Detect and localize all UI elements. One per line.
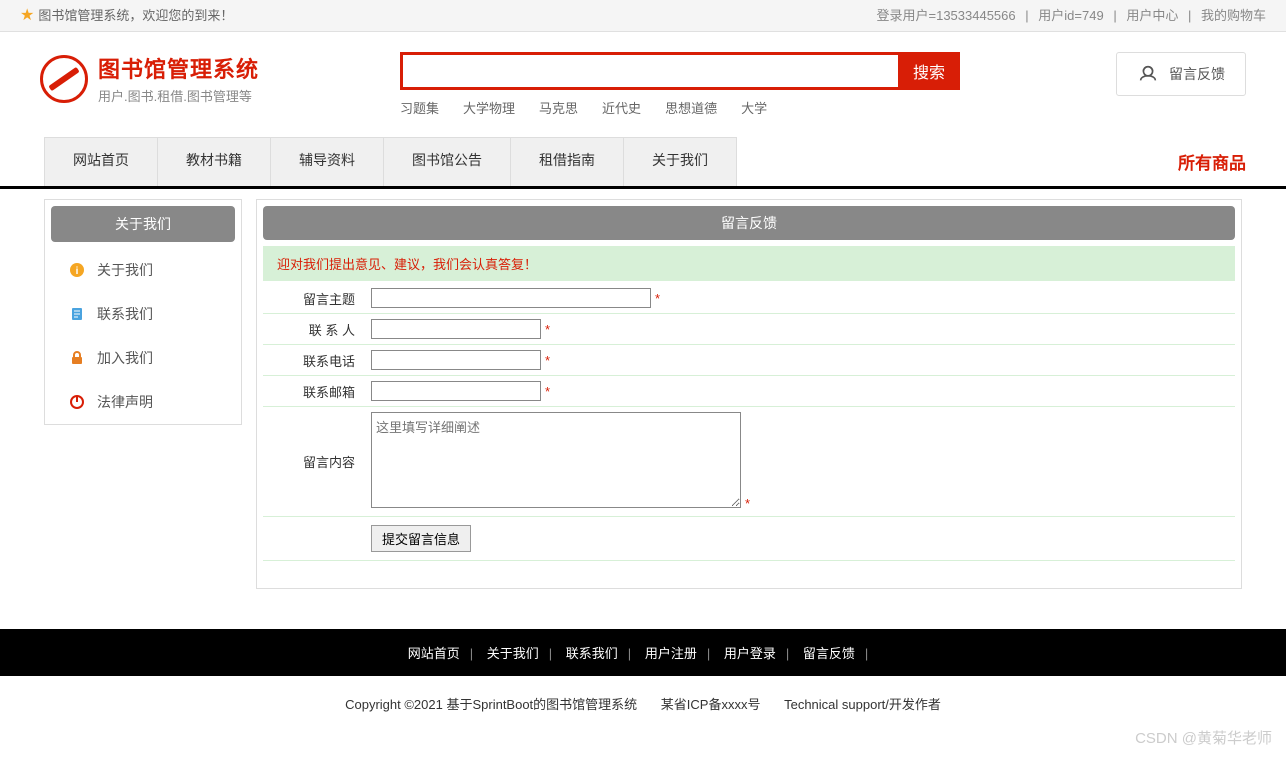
logo-icon <box>40 55 88 103</box>
sidebar-item-contact[interactable]: 联系我们 <box>45 292 241 336</box>
icp-text: 某省ICP备xxxx号 <box>661 697 761 712</box>
sidebar: 关于我们 i 关于我们 联系我们 加入我们 法律声明 <box>44 199 242 425</box>
hotword[interactable]: 思想道德 <box>665 98 717 117</box>
required-mark: * <box>545 322 550 337</box>
topbar-user: 登录用户=13533445566 | 用户id=749 | 用户中心 | 我的购… <box>877 0 1267 31</box>
sidebar-item-about[interactable]: i 关于我们 <box>45 248 241 292</box>
logo-title: 图书馆管理系统 <box>98 52 259 84</box>
label-subject: 留言主题 <box>263 283 363 314</box>
headset-icon <box>1137 63 1159 85</box>
nav-about[interactable]: 关于我们 <box>623 137 737 186</box>
subject-input[interactable] <box>371 288 651 308</box>
separator: | <box>628 646 631 661</box>
email-input[interactable] <box>371 381 541 401</box>
content-textarea[interactable] <box>371 412 741 508</box>
separator: | <box>1188 8 1191 23</box>
hotword[interactable]: 习题集 <box>400 98 439 117</box>
hotword[interactable]: 近代史 <box>602 98 641 117</box>
hotword[interactable]: 马克思 <box>539 98 578 117</box>
logo-block: 图书馆管理系统 用户.图书.租借.图书管理等 <box>40 52 360 105</box>
footer-link-about[interactable]: 关于我们 <box>487 646 539 661</box>
required-mark: * <box>655 291 660 306</box>
footer-nav: 网站首页 | 关于我们 | 联系我们 | 用户注册 | 用户登录 | 留言反馈 | <box>0 629 1286 676</box>
user-id-value: 749 <box>1082 8 1104 23</box>
lock-icon <box>69 350 85 366</box>
topbar: ★ 图书馆管理系统，欢迎您的到来！ 登录用户=13533445566 | 用户i… <box>0 0 1286 32</box>
sidebar-title: 关于我们 <box>51 206 235 242</box>
required-mark: * <box>745 496 750 511</box>
hot-words: 习题集 大学物理 马克思 近代史 思想道德 大学 <box>400 98 960 117</box>
separator: | <box>470 646 473 661</box>
required-mark: * <box>545 353 550 368</box>
separator: | <box>1025 8 1028 23</box>
label-phone: 联系电话 <box>263 345 363 376</box>
separator: | <box>1113 8 1116 23</box>
svg-text:i: i <box>76 266 79 277</box>
separator: | <box>707 646 710 661</box>
phone-input[interactable] <box>371 350 541 370</box>
footer-link-feedback[interactable]: 留言反馈 <box>803 646 855 661</box>
sidebar-item-legal[interactable]: 法律声明 <box>45 380 241 424</box>
hotword[interactable]: 大学 <box>741 98 767 117</box>
content: 关于我们 i 关于我们 联系我们 加入我们 法律声明 留言反馈 迎对我们提出意见… <box>0 189 1286 609</box>
footer-copyright: Copyright ©2021 基于SprintBoot的图书馆管理系统 某省I… <box>0 676 1286 731</box>
nav-all-products[interactable]: 所有商品 <box>1138 137 1286 186</box>
my-cart-link[interactable]: 我的购物车 <box>1201 8 1266 23</box>
power-icon <box>69 394 85 410</box>
topbar-welcome: ★ 图书馆管理系统，欢迎您的到来！ <box>20 0 233 31</box>
separator: | <box>865 646 868 661</box>
submit-button[interactable]: 提交留言信息 <box>371 525 471 552</box>
label-content: 留言内容 <box>263 407 363 517</box>
hotword[interactable]: 大学物理 <box>463 98 515 117</box>
nav-home[interactable]: 网站首页 <box>44 137 158 186</box>
feedback-label: 留言反馈 <box>1169 64 1225 84</box>
logo-subtitle: 用户.图书.租借.图书管理等 <box>98 86 259 105</box>
footer-link-contact[interactable]: 联系我们 <box>566 646 618 661</box>
nav-textbooks[interactable]: 教材书籍 <box>157 137 271 186</box>
login-user-value: 13533445566 <box>936 8 1016 23</box>
document-icon <box>69 306 85 322</box>
separator: | <box>549 646 552 661</box>
user-id-label: 用户id= <box>1038 8 1082 23</box>
footer-link-login[interactable]: 用户登录 <box>724 646 776 661</box>
feedback-form: 留言主题 * 联 系 人 * 联系电话 * 联系邮箱 * 留言内容 * 提交留言… <box>263 283 1235 561</box>
separator: | <box>786 646 789 661</box>
user-center-link[interactable]: 用户中心 <box>1126 8 1178 23</box>
star-icon: ★ <box>20 0 34 32</box>
main-nav: 网站首页 教材书籍 辅导资料 图书馆公告 租借指南 关于我们 所有商品 <box>0 137 1286 189</box>
search-block: 搜索 习题集 大学物理 马克思 近代史 思想道德 大学 <box>400 52 960 117</box>
required-mark: * <box>545 384 550 399</box>
header: 图书馆管理系统 用户.图书.租借.图书管理等 搜索 习题集 大学物理 马克思 近… <box>0 32 1286 127</box>
sidebar-item-label: 联系我们 <box>97 304 153 324</box>
support-text: Technical support/开发作者 <box>784 697 941 712</box>
label-email: 联系邮箱 <box>263 376 363 407</box>
login-user-label: 登录用户= <box>877 8 937 23</box>
main-panel: 留言反馈 迎对我们提出意见、建议，我们会认真答复！ 留言主题 * 联 系 人 *… <box>256 199 1242 589</box>
sidebar-item-label: 关于我们 <box>97 260 153 280</box>
footer-link-home[interactable]: 网站首页 <box>408 646 460 661</box>
footer-link-register[interactable]: 用户注册 <box>645 646 697 661</box>
search-button[interactable]: 搜索 <box>898 52 960 90</box>
nav-announcements[interactable]: 图书馆公告 <box>383 137 511 186</box>
welcome-text: 图书馆管理系统，欢迎您的到来！ <box>38 0 233 32</box>
sidebar-item-label: 加入我们 <box>97 348 153 368</box>
panel-title: 留言反馈 <box>263 206 1235 240</box>
nav-rental-guide[interactable]: 租借指南 <box>510 137 624 186</box>
info-icon: i <box>69 262 85 278</box>
nav-materials[interactable]: 辅导资料 <box>270 137 384 186</box>
notice-bar: 迎对我们提出意见、建议，我们会认真答复！ <box>263 246 1235 281</box>
label-contact: 联 系 人 <box>263 314 363 345</box>
sidebar-item-join[interactable]: 加入我们 <box>45 336 241 380</box>
copyright-text: Copyright ©2021 基于SprintBoot的图书馆管理系统 <box>345 697 637 712</box>
feedback-button[interactable]: 留言反馈 <box>1116 52 1246 96</box>
sidebar-item-label: 法律声明 <box>97 392 153 412</box>
search-input[interactable] <box>400 52 898 90</box>
contact-input[interactable] <box>371 319 541 339</box>
